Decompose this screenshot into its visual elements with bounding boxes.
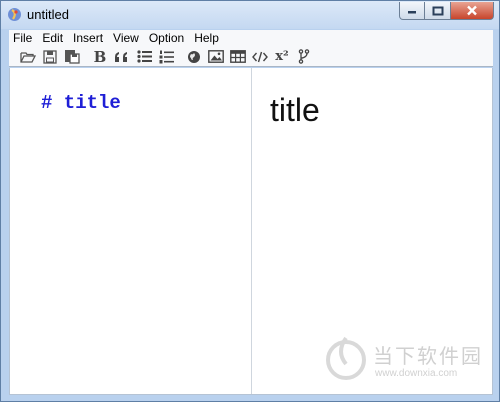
watermark-url: www.downxia.com — [375, 368, 458, 379]
editor-text[interactable]: # title — [41, 92, 121, 114]
menu-help[interactable]: Help — [189, 30, 224, 47]
app-icon — [8, 8, 21, 21]
numbered-list-button[interactable] — [155, 48, 177, 66]
bold-button[interactable]: B — [89, 48, 111, 66]
save-as-icon — [65, 50, 80, 64]
branch-button[interactable] — [293, 48, 315, 66]
minimize-button[interactable] — [399, 2, 425, 20]
menu-file[interactable]: File — [9, 30, 37, 47]
quote-button[interactable] — [111, 48, 133, 66]
toolbar: B x² — [9, 47, 493, 67]
table-button[interactable] — [227, 48, 249, 66]
code-icon — [252, 51, 268, 62]
close-icon — [467, 5, 477, 16]
app-window: untitled File Edit Insert View Option He… — [0, 0, 500, 402]
open-button[interactable] — [17, 48, 39, 66]
save-icon — [43, 49, 57, 64]
bullet-list-button[interactable] — [133, 48, 155, 66]
open-folder-icon — [20, 51, 36, 63]
table-icon — [230, 50, 246, 63]
branch-icon — [298, 49, 310, 64]
title-bar[interactable]: untitled — [1, 1, 499, 29]
window-title: untitled — [27, 7, 69, 22]
link-globe-icon — [188, 50, 200, 63]
watermark-logo — [326, 336, 366, 380]
bullet-list-icon — [136, 50, 152, 63]
superscript-button[interactable]: x² — [271, 48, 293, 66]
menu-insert[interactable]: Insert — [68, 30, 108, 47]
quote-icon — [115, 51, 127, 62]
save-button[interactable] — [39, 48, 61, 66]
code-button[interactable] — [249, 48, 271, 66]
menu-edit[interactable]: Edit — [37, 30, 68, 47]
save-as-button[interactable] — [61, 48, 83, 66]
maximize-icon — [432, 6, 443, 15]
preview-heading: title — [270, 92, 320, 128]
close-button[interactable] — [451, 2, 494, 20]
maximize-button[interactable] — [425, 2, 451, 20]
bold-icon: B — [93, 47, 107, 66]
menu-option[interactable]: Option — [144, 30, 189, 47]
markdown-editor[interactable]: # title — [10, 68, 252, 394]
image-button[interactable] — [205, 48, 227, 66]
link-button[interactable] — [183, 48, 205, 66]
superscript-icon: x² — [275, 49, 289, 64]
menu-bar: File Edit Insert View Option Help — [9, 30, 493, 47]
watermark-name: 当下软件园 — [373, 346, 483, 368]
minimize-icon — [408, 10, 416, 13]
menu-view[interactable]: View — [108, 30, 144, 47]
image-icon — [208, 50, 224, 63]
watermark: 当下软件园 www.downxia.com — [326, 334, 486, 389]
numbered-list-icon — [159, 50, 174, 63]
